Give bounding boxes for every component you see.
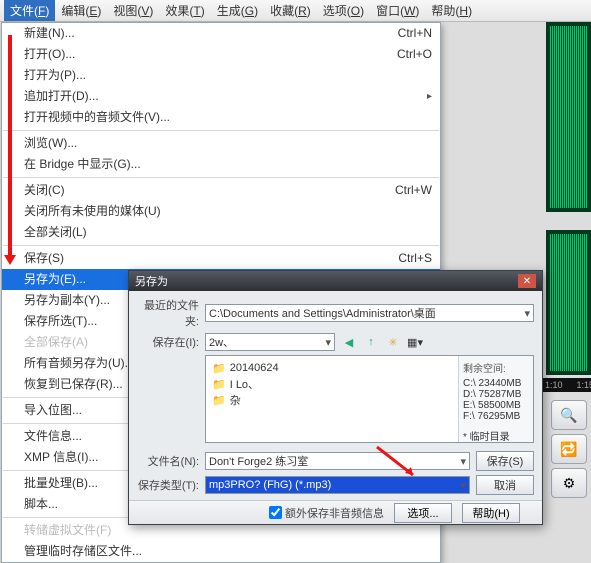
menubar-item[interactable]: 选项(O) — [317, 0, 370, 21]
menubar-item[interactable]: 编辑(E) — [55, 0, 107, 21]
freespace-label: 剩余空间: — [463, 360, 529, 375]
menubar-item[interactable]: 效果(T) — [159, 0, 210, 21]
filename-input[interactable]: Don't Forge2 练习室 — [205, 452, 470, 470]
menubar-item[interactable]: 收藏(R) — [264, 0, 317, 21]
waveform-panel-2 — [546, 230, 591, 375]
timeline-tick: 1:15 — [577, 380, 591, 390]
filetype-label: 保存类型(T): — [137, 477, 199, 493]
back-icon[interactable]: ◀ — [341, 334, 357, 350]
timeline-tick: 1:10 — [545, 380, 563, 390]
list-item[interactable]: 20140624 — [212, 360, 452, 376]
filename-label: 文件名(N): — [137, 453, 199, 469]
menu-item[interactable]: 管理临时存储区文件... — [2, 541, 440, 562]
help-button[interactable]: 帮助(H) — [462, 503, 520, 523]
zoom-toolbar: 🔍 🔁 ⚙ — [551, 400, 587, 498]
save-as-dialog: 另存为 ✕ 最近的文件夹: C:\Documents and Settings\… — [128, 270, 543, 525]
dialog-titlebar: 另存为 ✕ — [129, 271, 542, 291]
menu-item[interactable]: 打开(O)...Ctrl+O — [2, 44, 440, 65]
menubar-item[interactable]: 窗口(W) — [370, 0, 425, 21]
drive-entry: E:\ 58500MB — [463, 400, 529, 411]
list-item[interactable]: I Lo、 — [212, 376, 452, 392]
menu-item[interactable]: 追加打开(D)... — [2, 86, 440, 107]
save-button[interactable]: 保存(S) — [476, 451, 534, 471]
filetype-combo[interactable]: mp3PRO? (FhG) (*.mp3) — [205, 476, 470, 494]
menu-item[interactable]: 全部关闭(L) — [2, 222, 440, 243]
new-folder-icon[interactable]: ✳ — [385, 334, 401, 350]
repeat-tool-icon[interactable]: 🔁 — [551, 434, 587, 464]
list-item[interactable]: 杂 — [212, 392, 452, 408]
timeline-ruler: 1:10 1:15 — [541, 378, 591, 392]
menu-item[interactable]: 新建(N)...Ctrl+N — [2, 23, 440, 44]
up-icon[interactable]: ↑ — [363, 334, 379, 350]
view-menu-icon[interactable]: ▦▾ — [407, 334, 423, 350]
menu-item[interactable]: 保存(S)Ctrl+S — [2, 248, 440, 269]
waveform-panel-1 — [546, 22, 591, 212]
dialog-bottom-bar: 额外保存非音频信息 选项... 帮助(H) — [129, 500, 542, 524]
menu-item[interactable]: 打开视频中的音频文件(V)... — [2, 107, 440, 128]
save-in-label: 保存在(I): — [137, 334, 199, 350]
freespace-panel: 剩余空间: C:\ 23440MBD:\ 75287MBE:\ 58500MBF… — [458, 356, 533, 442]
extra-save-checkbox[interactable]: 额外保存非音频信息 — [269, 505, 384, 521]
menu-item[interactable]: 浏览(W)... — [2, 133, 440, 154]
zoom-tool-icon[interactable]: 🔍 — [551, 400, 587, 430]
tempdir-label: * 临时目录 — [463, 428, 529, 443]
save-in-combo[interactable]: 2w、 — [205, 333, 335, 351]
cancel-button[interactable]: 取消 — [476, 475, 534, 495]
close-icon[interactable]: ✕ — [518, 274, 536, 288]
menu-item[interactable]: 关闭(C)Ctrl+W — [2, 180, 440, 201]
menu-item[interactable]: 关闭所有未使用的媒体(U) — [2, 201, 440, 222]
recent-folder-combo[interactable]: C:\Documents and Settings\Administrator\… — [205, 304, 534, 322]
drive-entry: C:\ 23440MB — [463, 378, 529, 389]
drive-entry: F:\ 76295MB — [463, 411, 529, 422]
dialog-title: 另存为 — [135, 273, 168, 289]
recent-folder-label: 最近的文件夹: — [137, 297, 199, 329]
options-button[interactable]: 选项... — [394, 503, 452, 523]
extra-save-check-input[interactable] — [269, 506, 282, 519]
menubar-item[interactable]: 文件(F) — [4, 0, 55, 21]
folder-listbox[interactable]: 20140624I Lo、杂 剩余空间: C:\ 23440MBD:\ 7528… — [205, 355, 534, 443]
menubar-item[interactable]: 视图(V) — [107, 0, 159, 21]
folder-view: 20140624I Lo、杂 — [206, 356, 458, 442]
config-tool-icon[interactable]: ⚙ — [551, 468, 587, 498]
menubar: 文件(F)编辑(E)视图(V)效果(T)生成(G)收藏(R)选项(O)窗口(W)… — [0, 0, 591, 22]
menu-item[interactable]: 在 Bridge 中显示(G)... — [2, 154, 440, 175]
menubar-item[interactable]: 生成(G) — [211, 0, 264, 21]
menu-item[interactable]: 打开为(P)... — [2, 65, 440, 86]
menubar-item[interactable]: 帮助(H) — [425, 0, 478, 21]
drive-entry: D:\ 75287MB — [463, 389, 529, 400]
